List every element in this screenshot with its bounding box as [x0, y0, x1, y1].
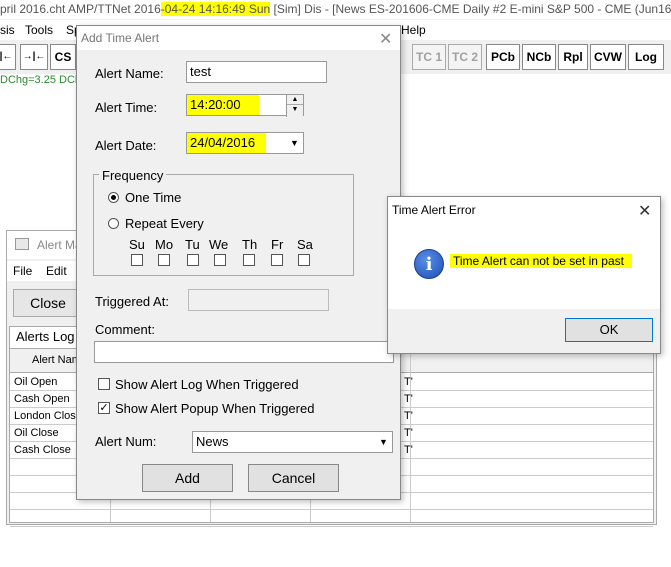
- ok-button[interactable]: OK: [565, 318, 653, 342]
- alert-date-label: Alert Date:: [95, 138, 157, 153]
- cs-button[interactable]: CS: [50, 44, 76, 70]
- error-dialog-body: i Time Alert can not be set in past: [388, 223, 660, 309]
- chevron-down-icon[interactable]: ▼: [375, 432, 392, 452]
- show-log-checkbox[interactable]: [98, 378, 110, 390]
- column-alert-name[interactable]: Alert Nam: [32, 354, 81, 366]
- row-alert-name: Oil Open: [14, 376, 58, 388]
- add-time-alert-dialog: Add Time Alert ✕ Alert Name: test Alert …: [76, 25, 401, 500]
- tc2-button[interactable]: TC 2: [448, 44, 482, 70]
- row-fragment: T': [404, 376, 413, 388]
- show-popup-checkbox[interactable]: ✓: [98, 402, 110, 414]
- row-alert-name: London Close: [14, 410, 82, 422]
- show-log-label: Show Alert Log When Triggered: [115, 377, 299, 392]
- day-label-fr: Fr: [271, 237, 284, 252]
- day-checkbox-su[interactable]: [131, 254, 143, 266]
- triggered-at-field: [188, 289, 329, 311]
- day-checkbox-we[interactable]: [214, 254, 226, 266]
- comment-label: Comment:: [95, 322, 155, 337]
- close-icon[interactable]: ✕: [379, 29, 392, 49]
- cancel-button[interactable]: Cancel: [248, 464, 339, 492]
- day-checkbox-tu[interactable]: [187, 254, 199, 266]
- error-dialog-title-bar: Time Alert Error ✕: [388, 197, 660, 223]
- error-message: Time Alert can not be set in past: [450, 254, 632, 268]
- alert-date-value: 24/04/2016: [187, 133, 266, 153]
- show-popup-label: Show Alert Popup When Triggered: [115, 401, 315, 416]
- error-dialog-title: Time Alert Error: [392, 203, 476, 217]
- one-time-radio[interactable]: [108, 192, 119, 203]
- tc1-button[interactable]: TC 1: [412, 44, 446, 70]
- menu-analysis[interactable]: sis: [0, 23, 15, 37]
- table-row[interactable]: [10, 510, 653, 527]
- close-icon[interactable]: ✕: [638, 201, 651, 221]
- row-alert-name: Cash Close: [14, 444, 71, 456]
- frequency-label: Frequency: [99, 168, 167, 183]
- alert-num-value: News: [196, 434, 229, 449]
- app-title-datetime: -04-24 14:16:49 Sun: [160, 2, 271, 16]
- row-fragment: T': [404, 393, 413, 405]
- window-icon: [15, 238, 29, 250]
- rpl-button[interactable]: Rpl: [558, 44, 588, 70]
- app-title-prefix: pril 2016.cht AMP/TTNet 2016: [0, 2, 161, 16]
- alert-time-label: Alert Time:: [95, 100, 158, 115]
- day-checkbox-mo[interactable]: [158, 254, 170, 266]
- chart-status-text: DChg=3.25 DChg: [0, 74, 88, 86]
- repeat-every-label: Repeat Every: [125, 216, 204, 231]
- comment-input[interactable]: [94, 341, 394, 363]
- app-title-suffix: [Sim] Dis - [News ES-201606-CME Daily #2…: [270, 2, 671, 16]
- row-alert-name: Oil Close: [14, 427, 59, 439]
- day-checkbox-th[interactable]: [243, 254, 255, 266]
- day-label-we: We: [209, 237, 229, 252]
- menu-help[interactable]: Help: [401, 23, 426, 37]
- scroll-left-icon[interactable]: |←: [0, 44, 16, 70]
- spin-up-icon[interactable]: ▲: [287, 95, 303, 105]
- menu-file[interactable]: File: [13, 264, 32, 278]
- row-fragment: T': [404, 410, 413, 422]
- zoom-fit-icon[interactable]: →|←: [20, 44, 48, 70]
- day-checkbox-fr[interactable]: [271, 254, 283, 266]
- day-checkbox-sa[interactable]: [298, 254, 310, 266]
- add-time-alert-title-bar: Add Time Alert ✕: [77, 26, 400, 50]
- day-label-tu: Tu: [185, 237, 200, 252]
- day-label-sa: Sa: [297, 237, 313, 252]
- alert-time-value: 14:20:00: [187, 95, 259, 115]
- alert-num-label: Alert Num:: [95, 434, 157, 449]
- ncb-button[interactable]: NCb: [522, 44, 556, 70]
- app-title-bar: pril 2016.cht AMP/TTNet 2016-04-24 14:16…: [0, 0, 671, 19]
- day-label-su: Su: [129, 237, 145, 252]
- pcb-button[interactable]: PCb: [486, 44, 520, 70]
- info-icon: i: [414, 249, 444, 279]
- day-label-th: Th: [242, 237, 258, 252]
- row-fragment: T': [404, 444, 413, 456]
- time-spinner[interactable]: ▲ ▼: [286, 95, 303, 117]
- alert-date-picker[interactable]: 24/04/2016 ▼: [186, 132, 304, 154]
- chevron-down-icon[interactable]: ▼: [286, 133, 303, 153]
- alert-name-label: Alert Name:: [95, 66, 164, 81]
- one-time-label: One Time: [125, 190, 182, 205]
- alert-time-input[interactable]: 14:20:00 ▲ ▼: [186, 94, 304, 117]
- day-label-mo: Mo: [155, 237, 174, 252]
- menu-tools[interactable]: Tools: [25, 23, 53, 37]
- menu-edit[interactable]: Edit: [46, 264, 67, 278]
- row-fragment: T': [404, 427, 413, 439]
- time-alert-error-dialog: Time Alert Error ✕ i Time Alert can not …: [387, 196, 661, 354]
- alert-num-select[interactable]: News ▼: [192, 431, 393, 453]
- repeat-every-radio[interactable]: [108, 218, 119, 229]
- add-time-alert-title: Add Time Alert: [81, 31, 160, 45]
- tab-alerts-log[interactable]: Alerts Log: [9, 326, 81, 348]
- alert-manager-close-button[interactable]: Close: [13, 289, 83, 317]
- triggered-at-label: Triggered At:: [95, 294, 169, 309]
- alert-name-input[interactable]: test: [186, 61, 327, 83]
- cvw-button[interactable]: CVW: [590, 44, 626, 70]
- log-button[interactable]: Log: [628, 44, 664, 70]
- alert-manager-title: Alert Ma: [37, 238, 82, 252]
- add-button[interactable]: Add: [142, 464, 233, 492]
- spin-down-icon[interactable]: ▼: [287, 105, 303, 115]
- row-alert-name: Cash Open: [14, 393, 70, 405]
